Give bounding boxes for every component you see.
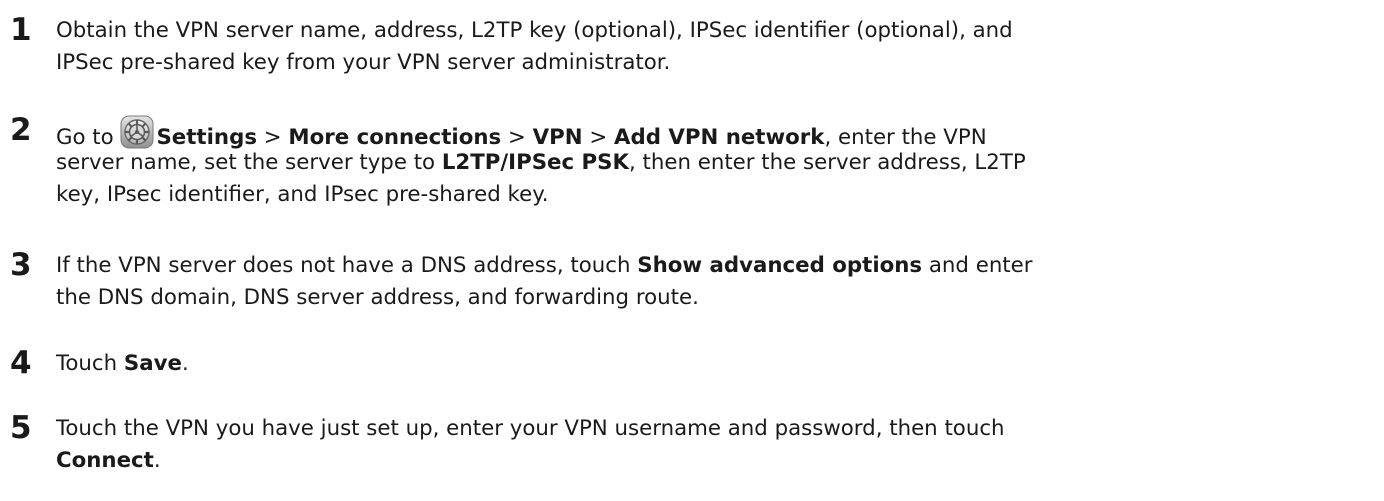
step-text-head: Touch (56, 351, 118, 376)
step-line: IPSec pre-shared key from your VPN serve… (56, 50, 671, 75)
step-number: 1 (10, 12, 32, 48)
step-text-head: server name, set the server type to (56, 150, 436, 175)
settings-gear-icon (120, 115, 154, 149)
step-number: 4 (10, 345, 32, 381)
step-text-tail: and enter (928, 253, 1033, 278)
step-text: Go to Settings > More connections > VPN … (56, 115, 1374, 211)
step-text-head: If the VPN server does not have a DNS ad… (56, 253, 631, 278)
show-advanced-options-label: Show advanced options (637, 253, 923, 278)
step-text: If the VPN server does not have a DNS ad… (56, 250, 1374, 314)
step-line: server name, set the server type to L2TP… (56, 147, 1374, 179)
step-line: the DNS domain, DNS server address, and … (56, 285, 699, 310)
step-text-tail: . (153, 448, 161, 473)
step-line: Obtain the VPN server name, address, L2T… (56, 18, 1013, 43)
step-text: Touch the VPN you have just set up, ente… (56, 413, 1374, 477)
step-text-tail: . (181, 351, 189, 376)
server-type-label: L2TP/IPSec PSK (441, 150, 629, 175)
step-line: Touch the VPN you have just set up, ente… (56, 416, 1005, 441)
step-number: 3 (10, 247, 32, 283)
step-number: 2 (10, 112, 32, 148)
save-label: Save (123, 351, 182, 376)
step-text: Touch Save. (56, 348, 1374, 380)
step-line: If the VPN server does not have a DNS ad… (56, 250, 1374, 282)
step-number: 5 (10, 410, 32, 446)
step-text-tail: , then enter the server address, L2TP (628, 150, 1026, 175)
step-line: Go to Settings > More connections > VPN … (56, 115, 1374, 150)
step-line: key, IPsec identifier, and IPsec pre-sha… (56, 182, 549, 207)
step-line: Touch Save. (56, 348, 1374, 380)
connect-label: Connect (56, 448, 154, 473)
step-line: Connect. (56, 445, 1374, 477)
step-text: Obtain the VPN server name, address, L2T… (56, 15, 1374, 79)
